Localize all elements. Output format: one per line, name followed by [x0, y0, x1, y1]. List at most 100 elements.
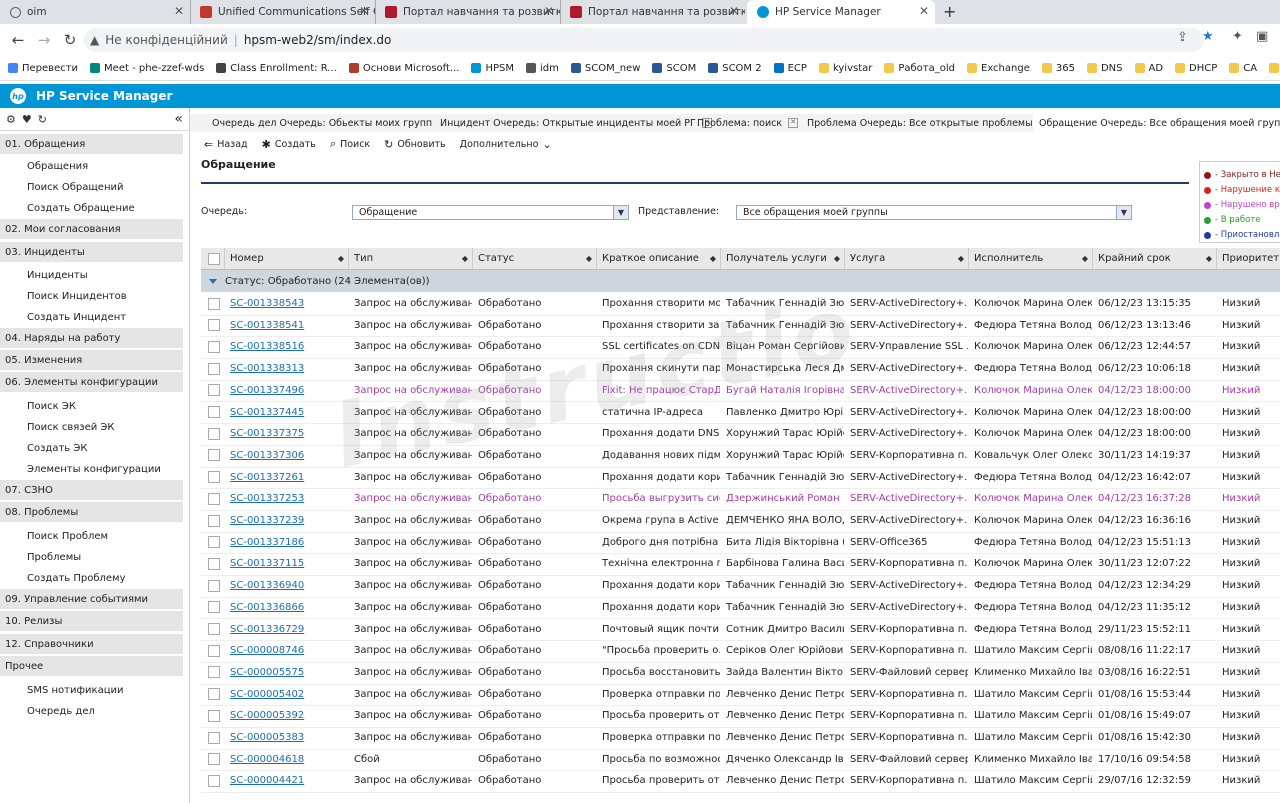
- close-icon[interactable]: ✕: [788, 118, 799, 128]
- bookmark-item[interactable]: CA: [1229, 63, 1257, 74]
- row-checkbox[interactable]: [208, 492, 220, 505]
- sidebar-item-search-problems[interactable]: Поиск Проблем: [27, 531, 108, 542]
- request-number-link[interactable]: SC-000005392: [230, 705, 348, 726]
- row-checkbox[interactable]: [208, 297, 220, 310]
- sidebar-section-incidents[interactable]: 03. Инциденты: [0, 242, 183, 262]
- row-checkbox[interactable]: [208, 362, 220, 375]
- request-number-link[interactable]: SC-001336866: [230, 597, 348, 618]
- column-header-priority[interactable]: Приоритет: [1217, 248, 1280, 269]
- more-button[interactable]: Дополнительно ⌄: [460, 138, 552, 151]
- sort-icon[interactable]: ◆: [338, 254, 344, 263]
- row-checkbox[interactable]: [208, 319, 220, 332]
- refresh-icon[interactable]: ↻: [38, 113, 47, 126]
- column-header-service[interactable]: Услуга ◆: [845, 248, 969, 269]
- row-checkbox[interactable]: [208, 709, 220, 722]
- column-header-assignee[interactable]: Исполнитель ◆: [969, 248, 1093, 269]
- request-number-link[interactable]: SC-001337375: [230, 423, 348, 444]
- bookmark-item[interactable]: DHCP: [1175, 63, 1217, 74]
- row-checkbox[interactable]: [208, 557, 220, 570]
- sidebar-item-search-incidents[interactable]: Поиск Инцидентов: [27, 291, 127, 302]
- close-icon[interactable]: ✕: [729, 4, 739, 18]
- request-number-link[interactable]: SC-001336729: [230, 619, 348, 640]
- extensions-icon[interactable]: ✦: [1232, 29, 1243, 44]
- sidebar-item-create-request[interactable]: Создать Обращение: [27, 203, 135, 214]
- row-checkbox[interactable]: [208, 753, 220, 766]
- request-number-link[interactable]: SC-001337186: [230, 532, 348, 553]
- table-row[interactable]: SC-001338516 Запрос на обслуживан... Обраб…: [201, 336, 1280, 360]
- bookmark-item[interactable]: dns: [1269, 63, 1280, 74]
- request-number-link[interactable]: SC-000005383: [230, 727, 348, 748]
- bookmark-item[interactable]: Перевести: [8, 63, 78, 74]
- sidebar-section-approvals[interactable]: 02. Мои согласования: [0, 219, 183, 239]
- url-field[interactable]: ▲ Не конфіденційний | hpsm-web2/sm/index…: [84, 28, 1204, 52]
- table-row[interactable]: SC-001338543 Запрос на обслуживан... Обраб…: [201, 293, 1280, 316]
- bookmark-item[interactable]: Основи Microsoft...: [348, 63, 459, 74]
- request-number-link[interactable]: SC-001337115: [230, 553, 348, 574]
- column-header-number[interactable]: Номер ◆: [225, 248, 349, 269]
- bookmark-item[interactable]: 365: [1041, 63, 1075, 74]
- chevron-down-icon[interactable]: ▼: [613, 206, 628, 219]
- request-number-link[interactable]: SC-001338541: [230, 315, 348, 336]
- browser-tab-hpsm[interactable]: HP Service Manager ✕: [747, 0, 935, 24]
- sidebar-item-search-ci-links[interactable]: Поиск связей ЭК: [27, 422, 115, 433]
- sidebar-section-releases[interactable]: 10. Релизы: [0, 611, 183, 631]
- create-button[interactable]: ✱ Создать: [262, 138, 316, 151]
- table-row[interactable]: SC-001336729 Запрос на обслуживан... Обраб…: [201, 619, 1280, 642]
- table-row[interactable]: SC-001338541 Запрос на обслуживан... Обраб…: [201, 315, 1280, 338]
- new-tab-button[interactable]: +: [943, 2, 956, 21]
- refresh-button[interactable]: ↻ Обновить: [384, 138, 445, 151]
- request-number-link[interactable]: SC-000004421: [230, 770, 348, 791]
- checkbox[interactable]: [208, 252, 220, 265]
- search-button[interactable]: ⌕ Поиск: [330, 137, 370, 151]
- sort-icon[interactable]: ◆: [834, 254, 840, 263]
- back-arrow-icon[interactable]: ←: [10, 31, 26, 49]
- column-header-type[interactable]: Тип ◆: [349, 248, 473, 269]
- star-icon[interactable]: ★: [1202, 29, 1214, 44]
- request-number-link[interactable]: SC-001337239: [230, 510, 348, 531]
- table-row[interactable]: SC-001338313 Запрос на обслуживан... Обраб…: [201, 358, 1280, 381]
- sort-icon[interactable]: ◆: [586, 254, 592, 263]
- bookmark-item[interactable]: SCOM 2: [708, 63, 762, 74]
- request-number-link[interactable]: SC-000008746: [230, 640, 348, 661]
- table-row[interactable]: SC-001337239 Запрос на обслуживан... Обраб…: [201, 510, 1280, 533]
- tab-request-queue[interactable]: Обращение Очередь: Все обращения моей гр…: [1033, 114, 1280, 132]
- row-checkbox[interactable]: [208, 623, 220, 635]
- table-row[interactable]: SC-001336940 Запрос на обслуживан... Обраб…: [201, 575, 1280, 598]
- request-number-link[interactable]: SC-001337306: [230, 445, 348, 466]
- sidebar-item-todo-queue[interactable]: Очередь дел: [27, 706, 95, 717]
- request-number-link[interactable]: SC-001337445: [230, 402, 348, 423]
- request-number-link[interactable]: SC-001337496: [230, 380, 348, 401]
- bookmark-item[interactable]: Работа_old: [884, 63, 955, 74]
- sidebar-section-requests[interactable]: 01. Обращения: [0, 134, 183, 154]
- row-checkbox[interactable]: [208, 536, 220, 549]
- sidebar-item-sms[interactable]: SMS нотификации: [27, 685, 124, 696]
- bookmark-item[interactable]: SCOM: [652, 63, 696, 74]
- bookmark-item[interactable]: Exchange: [967, 63, 1030, 74]
- row-checkbox[interactable]: [208, 471, 220, 484]
- row-checkbox[interactable]: [208, 427, 220, 440]
- table-row[interactable]: SC-000004421 Запрос на обслуживан... Обраб…: [201, 770, 1280, 794]
- column-header-status[interactable]: Статус ◆: [473, 248, 597, 269]
- sort-icon[interactable]: ◆: [462, 254, 468, 263]
- bookmark-item[interactable]: ECP: [773, 63, 807, 74]
- sidebar-item-incidents[interactable]: Инциденты: [27, 270, 88, 281]
- table-row[interactable]: SC-000004618 Сбой Обработано Просьба по воз…: [201, 749, 1280, 772]
- request-number-link[interactable]: SC-000004618: [230, 749, 348, 770]
- sort-icon[interactable]: ◆: [710, 254, 716, 263]
- reload-icon[interactable]: ↻: [62, 31, 78, 49]
- request-number-link[interactable]: SC-000005402: [230, 684, 348, 705]
- row-checkbox[interactable]: [208, 340, 220, 353]
- back-button[interactable]: ⇐ Назад: [204, 138, 248, 151]
- bookmark-item[interactable]: Class Enrollment: R...: [216, 63, 337, 74]
- row-checkbox[interactable]: [208, 406, 220, 418]
- sidebar-section-work-orders[interactable]: 04. Наряды на работу: [0, 328, 183, 348]
- sidebar-item-search-requests[interactable]: Поиск Обращений: [27, 182, 123, 193]
- sidebar-section-problems[interactable]: 08. Проблемы: [0, 502, 183, 522]
- sidebar-section-changes[interactable]: 05. Изменения: [0, 350, 183, 370]
- table-row[interactable]: SC-000005383 Запрос на обслуживан... Обраб…: [201, 727, 1280, 750]
- request-number-link[interactable]: SC-001336940: [230, 575, 348, 596]
- expand-triangle-icon[interactable]: [209, 278, 217, 284]
- column-header-description[interactable]: Краткое описание ◆: [597, 248, 721, 269]
- view-select[interactable]: Все обращения моей группы ▼: [736, 205, 1132, 220]
- sidebar-section-config-items[interactable]: 06. Элементы конфигурации: [0, 372, 183, 392]
